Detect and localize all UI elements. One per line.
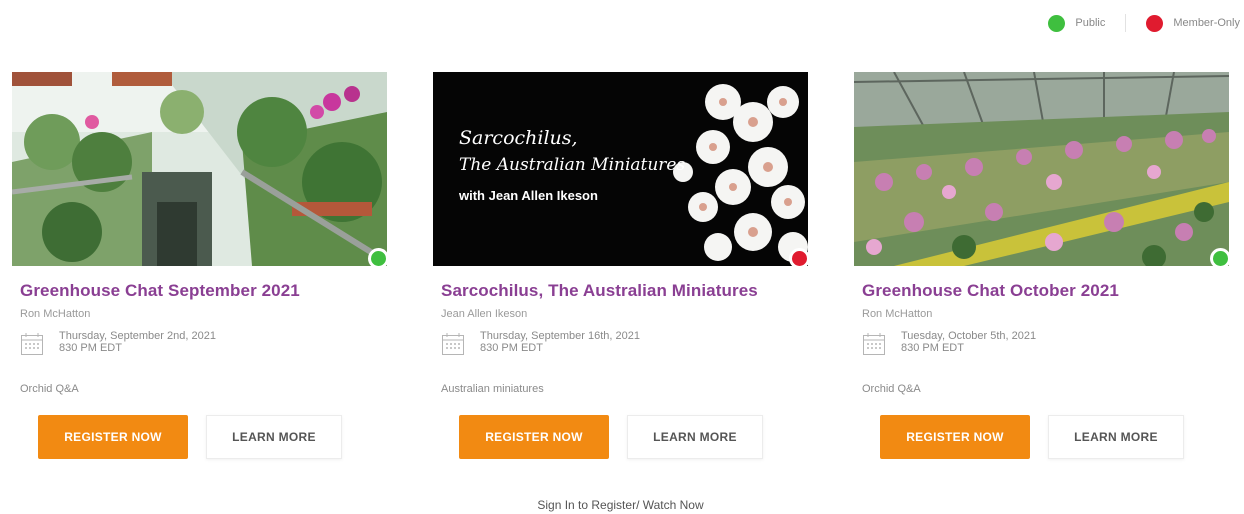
event-time: 830 PM EDT — [59, 342, 122, 354]
legend-member-label: Member-Only — [1173, 17, 1240, 29]
event-date: Thursday, September 2nd, 2021 — [59, 330, 216, 342]
register-now-button[interactable]: REGISTER NOW — [459, 415, 609, 459]
legend-public-label: Public — [1075, 17, 1106, 29]
register-now-button[interactable]: REGISTER NOW — [880, 415, 1030, 459]
event-datetime: Thursday, September 16th, 2021 830 PM ED… — [441, 330, 808, 362]
status-dot-public-icon — [368, 248, 389, 269]
banner-line-1: Sarcochilus, — [459, 127, 578, 149]
event-title[interactable]: Greenhouse Chat October 2021 — [862, 281, 1229, 301]
access-legend: Public Member-Only — [1048, 14, 1240, 32]
event-thumbnail[interactable] — [12, 72, 387, 266]
learn-more-button[interactable]: LEARN MORE — [627, 415, 763, 459]
event-card: Greenhouse Chat September 2021 Ron McHat… — [12, 72, 389, 459]
greenhouse-rows-photo-icon — [854, 72, 1229, 266]
learn-more-button[interactable]: LEARN MORE — [206, 415, 342, 459]
banner-line-3: with Jean Allen Ikeson — [458, 188, 598, 203]
legend-divider — [1125, 14, 1127, 32]
event-speaker: Ron McHatton — [862, 308, 933, 320]
status-dot-public-icon — [1210, 248, 1231, 269]
event-datetime: Tuesday, October 5th, 2021 830 PM EDT — [862, 330, 1229, 362]
event-time: 830 PM EDT — [901, 342, 964, 354]
sign-in-link[interactable]: Sign In to Register/ Watch Now — [433, 498, 808, 512]
event-card: Greenhouse Chat October 2021 Ron McHatto… — [854, 72, 1231, 459]
greenhouse-photo-icon — [12, 72, 387, 266]
status-dot-member-only-icon — [789, 248, 810, 269]
event-title[interactable]: Greenhouse Chat September 2021 — [20, 281, 387, 301]
calendar-icon — [863, 333, 885, 355]
event-thumbnail[interactable] — [854, 72, 1229, 266]
learn-more-button[interactable]: LEARN MORE — [1048, 415, 1184, 459]
legend-member-only: Member-Only — [1146, 14, 1240, 32]
register-now-button[interactable]: REGISTER NOW — [38, 415, 188, 459]
sarcochilus-banner-icon: Sarcochilus, The Australian Miniatures w… — [433, 72, 808, 266]
public-dot-icon — [1048, 14, 1066, 32]
member-only-dot-icon — [1146, 14, 1164, 32]
legend-public: Public — [1048, 14, 1106, 32]
event-tag: Australian miniatures — [441, 383, 544, 395]
event-card: Sarcochilus, The Australian Miniatures w… — [433, 72, 810, 459]
event-tag: Orchid Q&A — [20, 383, 79, 395]
calendar-icon — [442, 333, 464, 355]
event-speaker: Jean Allen Ikeson — [441, 308, 528, 320]
event-speaker: Ron McHatton — [20, 308, 91, 320]
banner-line-2: The Australian Miniatures — [459, 155, 685, 175]
event-thumbnail[interactable]: Sarcochilus, The Australian Miniatures w… — [433, 72, 808, 266]
calendar-icon — [21, 333, 43, 355]
event-date: Thursday, September 16th, 2021 — [480, 330, 641, 342]
event-datetime: Thursday, September 2nd, 2021 830 PM EDT — [20, 330, 387, 362]
event-time: 830 PM EDT — [480, 342, 543, 354]
event-date: Tuesday, October 5th, 2021 — [901, 330, 1037, 342]
event-tag: Orchid Q&A — [862, 383, 921, 395]
event-cards: Greenhouse Chat September 2021 Ron McHat… — [12, 72, 1231, 459]
event-title[interactable]: Sarcochilus, The Australian Miniatures — [441, 281, 808, 301]
